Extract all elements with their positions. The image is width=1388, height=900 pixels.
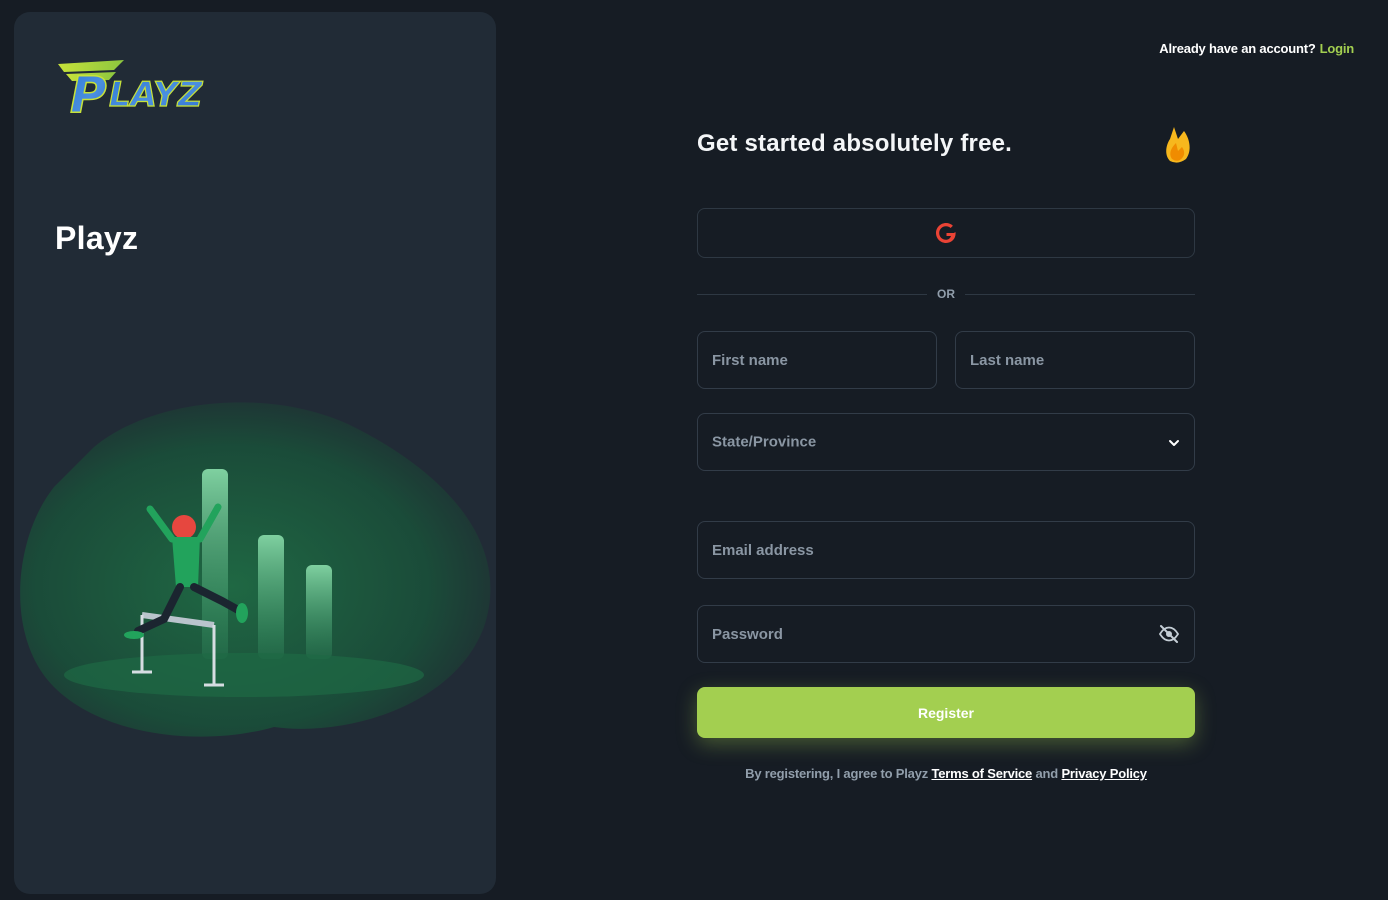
last-name-field[interactable] <box>955 331 1195 389</box>
state-province-value: State/Province <box>712 433 817 451</box>
password-field[interactable] <box>697 605 1195 663</box>
svg-text:P: P <box>70 66 107 120</box>
last-name-input[interactable] <box>956 332 1194 388</box>
first-name-field[interactable] <box>697 331 937 389</box>
chevron-down-icon[interactable] <box>1166 435 1182 451</box>
flame-icon <box>1166 127 1190 163</box>
form-title: Get started absolutely free. <box>697 130 1013 157</box>
login-prompt: Already have an account? Login <box>1159 41 1354 56</box>
divider-line <box>697 293 927 295</box>
register-button[interactable]: Register <box>697 687 1195 738</box>
privacy-policy-link[interactable]: Privacy Policy <box>1061 766 1147 781</box>
email-input[interactable] <box>698 522 1194 578</box>
terms-of-service-link[interactable]: Terms of Service <box>931 766 1032 781</box>
google-sign-in-button[interactable] <box>697 208 1195 258</box>
left-panel: P LAYZ Playz <box>14 12 496 894</box>
playz-logo[interactable]: P LAYZ <box>54 50 234 120</box>
or-text: OR <box>937 287 955 301</box>
terms-text: By registering, I agree to Playz Terms o… <box>697 766 1195 781</box>
terms-and: and <box>1035 766 1059 781</box>
state-province-select[interactable]: State/Province <box>697 413 1195 471</box>
svg-text:LAYZ: LAYZ <box>109 75 204 115</box>
login-prompt-text: Already have an account? <box>1159 41 1316 56</box>
login-link[interactable]: Login <box>1320 41 1355 56</box>
google-icon <box>936 223 956 243</box>
terms-prefix: By registering, I agree to Playz <box>745 766 929 781</box>
brand-name: Playz <box>55 220 139 256</box>
hurdle-runner-illustration <box>20 402 491 737</box>
divider-line <box>965 293 1195 295</box>
register-page: P LAYZ Playz Already have an account? Lo… <box>0 0 1388 900</box>
email-field[interactable] <box>697 521 1195 579</box>
eye-off-icon[interactable] <box>1158 624 1180 644</box>
first-name-input[interactable] <box>698 332 936 388</box>
or-divider: OR <box>697 284 1195 304</box>
password-input[interactable] <box>698 606 1194 662</box>
